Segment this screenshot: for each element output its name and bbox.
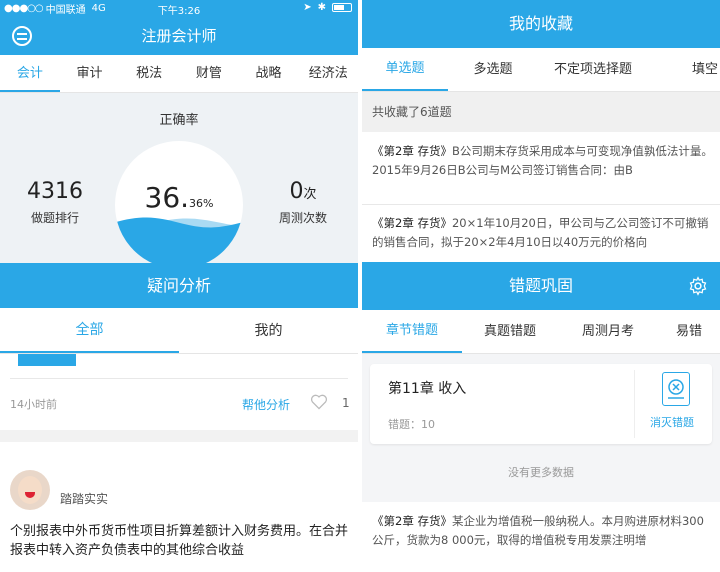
accuracy-main: 36. xyxy=(144,181,190,214)
favorites-tabs: 单选题 多选题 不定项选择题 填空 xyxy=(362,48,720,92)
card-divider xyxy=(634,370,635,438)
left-screen: ●●●○○ 中国联通 4G 下午3:26 ➤ ✱ 注册会计师 会计 审计 税法 … xyxy=(0,0,358,572)
divider xyxy=(10,378,348,379)
gear-icon[interactable] xyxy=(688,276,708,296)
tab-single-choice[interactable]: 单选题 xyxy=(362,48,448,91)
battery-icon xyxy=(332,3,352,12)
avatar-face xyxy=(18,476,42,504)
heart-icon[interactable] xyxy=(310,394,328,410)
card-chapter-title: 第11章 收入 xyxy=(388,381,467,397)
rank-label: 做题排行 xyxy=(30,211,79,225)
tab-subject-audit[interactable]: 审计 xyxy=(60,55,120,92)
weekly-value: 0次 xyxy=(258,179,348,204)
section-gap xyxy=(0,430,358,442)
avatar[interactable] xyxy=(10,470,50,510)
no-more-data: 没有更多数据 xyxy=(508,466,574,479)
favorite-item[interactable]: 《第2章 存货》20×1年10月20日，甲公司与乙公司签订不可撤销的销售合同，拟… xyxy=(372,214,714,252)
favorite-item[interactable]: 《第2章 存货》B公司期末存货采用成本与可变现净值孰低法计量。2015年9月26… xyxy=(372,142,714,180)
post-time: 14小时前 xyxy=(10,398,57,411)
tab-error-prone[interactable]: 易错 xyxy=(658,310,720,353)
location-icon: ➤ xyxy=(303,2,312,13)
bluetooth-icon: ✱ xyxy=(317,2,326,13)
image-fragment xyxy=(18,354,76,366)
status-bar: ●●●○○ 中国联通 4G 下午3:26 ➤ ✱ xyxy=(0,0,358,17)
post-username[interactable]: 踏踏实实 xyxy=(60,490,108,507)
eliminate-mistakes-button[interactable]: 消灭错题 xyxy=(650,414,694,430)
tab-indefinite-choice[interactable]: 不定项选择题 xyxy=(538,48,648,91)
mistakes-title: 错题巩固 xyxy=(362,262,720,310)
tab-multi-choice[interactable]: 多选题 xyxy=(448,48,538,91)
tab-qa-mine[interactable]: 我的 xyxy=(179,308,358,353)
app-title: 注册会计师 xyxy=(141,27,217,45)
mistake-preview-item[interactable]: 《第2章 存货》某企业为增值税一般纳税人。本月购进原材料300公斤，货款为8 0… xyxy=(362,502,720,572)
tab-weekly-monthly[interactable]: 周测月考 xyxy=(558,310,658,353)
tab-fill-blank[interactable]: 填空 xyxy=(648,48,720,91)
stats-panel: 正确率 4316 做题排行 36.36% 0次 周测次数 xyxy=(0,93,358,269)
switch-menu-icon[interactable] xyxy=(12,26,32,46)
tab-chapter-mistakes[interactable]: 章节错题 xyxy=(362,310,462,353)
mistake-chapter-card[interactable]: 第11章 收入 错题：10 消灭错题 xyxy=(370,364,712,444)
tab-subject-law[interactable]: 经济法 xyxy=(298,55,358,92)
mistakes-screen: 错题巩固 章节错题 真题错题 周测月考 易错 第11章 收入 错题：10 消灭错… xyxy=(362,262,720,572)
qa-banner: 疑问分析 xyxy=(0,263,358,308)
tab-subject-tax[interactable]: 税法 xyxy=(119,55,179,92)
rank-value: 4316 xyxy=(27,179,83,204)
clipboard-x-icon xyxy=(668,379,684,399)
mistakes-tabs: 章节错题 真题错题 周测月考 易错 xyxy=(362,310,720,354)
tab-exam-mistakes[interactable]: 真题错题 xyxy=(462,310,558,353)
eliminate-mistakes-icon[interactable] xyxy=(662,372,690,406)
favorite-item-chapter: 《第2章 存货》 xyxy=(372,144,452,158)
tab-subject-accounting[interactable]: 会计 xyxy=(0,55,60,92)
accuracy-gauge: 36.36% xyxy=(115,141,243,269)
accuracy-value: 36.36% xyxy=(115,181,243,214)
favorite-item-chapter: 《第2章 存货》 xyxy=(372,216,452,230)
like-count: 1 xyxy=(342,396,350,410)
tab-qa-all[interactable]: 全部 xyxy=(0,308,179,353)
help-analyze-button[interactable]: 帮他分析 xyxy=(242,396,290,413)
qa-tabs: 全部 我的 xyxy=(0,308,358,354)
post-body[interactable]: 个别报表中外币货币性项目折算差额计入财务费用。在合并报表中转入资产负债表中的其他… xyxy=(10,522,355,560)
tab-subject-finance[interactable]: 财管 xyxy=(179,55,239,92)
card-mistake-count: 错题：10 xyxy=(388,418,435,431)
tab-subject-strategy[interactable]: 战略 xyxy=(239,55,299,92)
divider xyxy=(362,204,720,205)
favorites-screen: 我的收藏 单选题 多选题 不定项选择题 填空 共收藏了6道题 《第2章 存货》B… xyxy=(362,0,720,262)
favorites-count: 共收藏了6道题 xyxy=(362,92,720,132)
subject-tabs: 会计 审计 税法 财管 战略 经济法 xyxy=(0,55,358,93)
weekly-count: 0 xyxy=(289,179,304,204)
app-title-bar: 注册会计师 xyxy=(0,17,358,55)
accuracy-title: 正确率 xyxy=(159,113,199,128)
favorites-title: 我的收藏 xyxy=(362,0,720,48)
weekly-unit: 次 xyxy=(303,187,317,202)
preview-chapter: 《第2章 存货》 xyxy=(372,514,452,528)
accuracy-decimal: 36% xyxy=(189,197,214,210)
weekly-label: 周测次数 xyxy=(278,211,327,225)
